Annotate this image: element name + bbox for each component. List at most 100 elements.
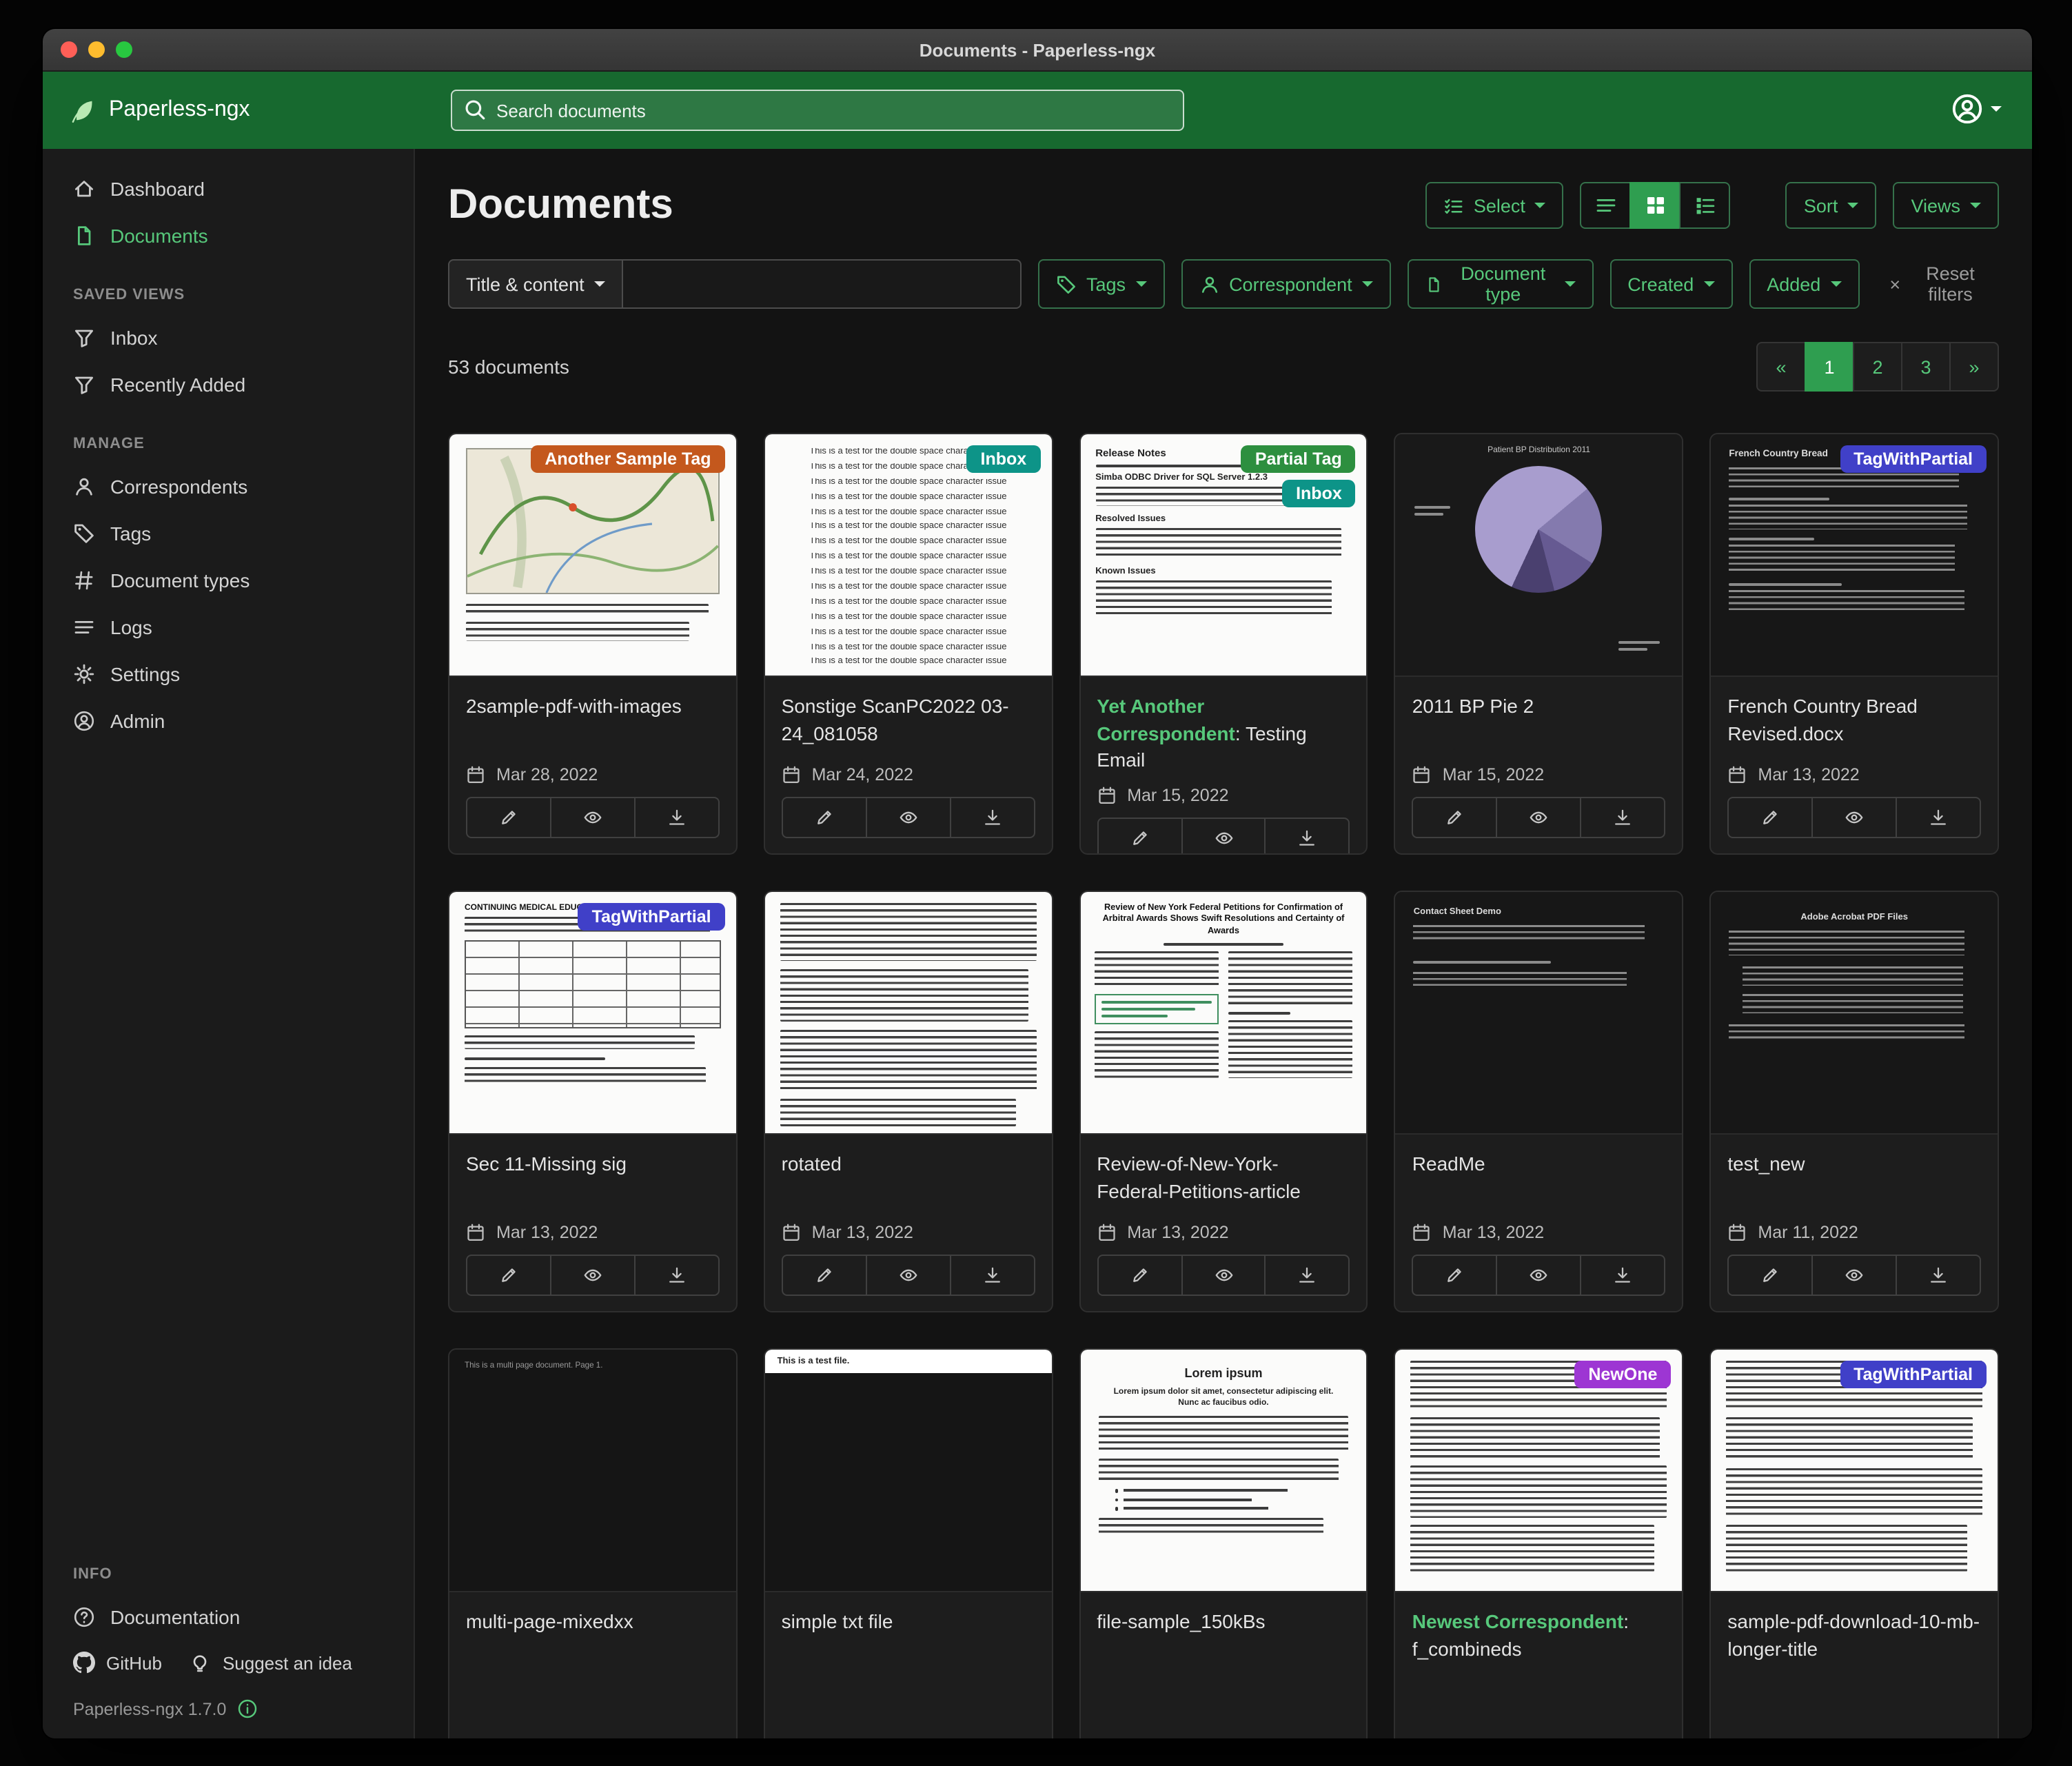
search-input[interactable] bbox=[451, 90, 1184, 131]
select-button[interactable]: Select bbox=[1425, 182, 1564, 229]
tag-badge[interactable]: Inbox bbox=[1282, 480, 1356, 507]
sidebar-item-settings[interactable]: Settings bbox=[43, 651, 414, 698]
sidebar-item-document-types[interactable]: Document types bbox=[43, 557, 414, 604]
sidebar-item-admin[interactable]: Admin bbox=[43, 698, 414, 744]
tags-filter-button[interactable]: Tags bbox=[1038, 259, 1164, 309]
document-title[interactable]: sample-pdf-download-10-mb-longer-title bbox=[1711, 1592, 1998, 1669]
added-filter-button[interactable]: Added bbox=[1749, 259, 1859, 309]
pagination-page-3[interactable]: 3 bbox=[1901, 342, 1951, 392]
document-title[interactable]: 2sample-pdf-with-images bbox=[449, 677, 736, 754]
sidebar-item-dashboard[interactable]: Dashboard bbox=[43, 165, 414, 212]
edit-button[interactable] bbox=[782, 797, 867, 838]
user-menu-button[interactable] bbox=[1942, 91, 2010, 127]
document-thumbnail[interactable]: Review of New York Federal Petitions for… bbox=[1080, 892, 1367, 1135]
document-thumbnail[interactable]: Another Sample Tag bbox=[449, 434, 736, 677]
document-thumbnail[interactable]: This is a test for the double space char… bbox=[765, 434, 1052, 677]
download-button[interactable] bbox=[949, 1255, 1035, 1296]
document-thumbnail[interactable]: Adobe Acrobat PDF Files bbox=[1711, 892, 1998, 1135]
download-button[interactable] bbox=[1581, 797, 1666, 838]
download-button[interactable] bbox=[634, 1255, 720, 1296]
document-thumbnail[interactable]: This is a multi page document. Page 1. bbox=[449, 1350, 736, 1592]
sidebar-item-tags[interactable]: Tags bbox=[43, 510, 414, 557]
document-title[interactable]: Review-of-New-York-Federal-Petitions-art… bbox=[1080, 1135, 1367, 1212]
view-toggle-list[interactable] bbox=[1581, 182, 1632, 229]
sidebar-item-logs[interactable]: Logs bbox=[43, 604, 414, 651]
document-title[interactable]: test_new bbox=[1711, 1135, 1998, 1212]
close-button[interactable] bbox=[61, 41, 77, 58]
preview-button[interactable] bbox=[1181, 1255, 1266, 1296]
tag-badge[interactable]: NewOne bbox=[1574, 1361, 1671, 1388]
views-button[interactable]: Views bbox=[1893, 182, 1999, 229]
minimize-button[interactable] bbox=[88, 41, 105, 58]
document-thumbnail[interactable]: NewOne bbox=[1396, 1350, 1683, 1592]
document-title[interactable]: ReadMe bbox=[1396, 1135, 1683, 1212]
sidebar-item-documentation[interactable]: Documentation bbox=[43, 1594, 414, 1641]
download-button[interactable] bbox=[1265, 1255, 1350, 1296]
edit-button[interactable] bbox=[1097, 1255, 1182, 1296]
tag-badge[interactable]: TagWithPartial bbox=[1840, 1361, 1987, 1388]
info-icon[interactable] bbox=[237, 1698, 258, 1719]
github-link[interactable]: GitHub bbox=[73, 1652, 162, 1674]
sidebar-item-inbox[interactable]: Inbox bbox=[43, 314, 414, 361]
document-title[interactable]: Sonstige ScanPC2022 03-24_081058 bbox=[765, 677, 1052, 754]
download-button[interactable] bbox=[1265, 818, 1350, 855]
brand[interactable]: Paperless-ngx bbox=[43, 96, 250, 125]
preview-button[interactable] bbox=[865, 1255, 951, 1296]
view-toggle-details[interactable] bbox=[1680, 182, 1731, 229]
sidebar-item-documents[interactable]: Documents bbox=[43, 212, 414, 259]
reset-filters-button[interactable]: × Reset filters bbox=[1881, 262, 1999, 306]
title-content-input[interactable] bbox=[623, 259, 1022, 309]
preview-button[interactable] bbox=[1181, 818, 1266, 855]
document-thumbnail[interactable]: CONTINUING MEDICAL EDUCATION TagWithPart… bbox=[449, 892, 736, 1135]
tag-badge[interactable]: TagWithPartial bbox=[1840, 445, 1987, 473]
pagination-next[interactable]: » bbox=[1949, 342, 1999, 392]
document-title[interactable]: file-sample_150kBs bbox=[1080, 1592, 1367, 1669]
tag-badge[interactable]: Partial Tag bbox=[1241, 445, 1356, 473]
preview-button[interactable] bbox=[1811, 797, 1897, 838]
document-thumbnail[interactable] bbox=[765, 892, 1052, 1135]
edit-button[interactable] bbox=[1412, 1255, 1498, 1296]
document-title[interactable]: simple txt file bbox=[765, 1592, 1052, 1669]
tag-badge[interactable]: Another Sample Tag bbox=[531, 445, 724, 473]
document-title[interactable]: 2011 BP Pie 2 bbox=[1396, 677, 1683, 754]
preview-button[interactable] bbox=[1496, 797, 1582, 838]
document-thumbnail[interactable]: TagWithPartial bbox=[1711, 1350, 1998, 1592]
edit-button[interactable] bbox=[1412, 797, 1498, 838]
preview-button[interactable] bbox=[1496, 1255, 1582, 1296]
download-button[interactable] bbox=[1581, 1255, 1666, 1296]
document-thumbnail[interactable]: French Country Bread TagWithPartial bbox=[1711, 434, 1998, 677]
document-title[interactable]: rotated bbox=[765, 1135, 1052, 1212]
download-button[interactable] bbox=[634, 797, 720, 838]
correspondent-link[interactable]: Newest Correspondent bbox=[1412, 1610, 1624, 1632]
sidebar-item-correspondents[interactable]: Correspondents bbox=[43, 463, 414, 510]
edit-button[interactable] bbox=[466, 1255, 551, 1296]
document-thumbnail[interactable]: Lorem ipsum Lorem ipsum dolor sit amet, … bbox=[1080, 1350, 1367, 1592]
document-title[interactable]: Newest Correspondent: f_combineds bbox=[1396, 1592, 1683, 1669]
pagination-page-1[interactable]: 1 bbox=[1805, 342, 1854, 392]
preview-button[interactable] bbox=[1811, 1255, 1897, 1296]
tag-badge[interactable]: TagWithPartial bbox=[578, 903, 725, 931]
document-title[interactable]: French Country Bread Revised.docx bbox=[1711, 677, 1998, 754]
document-thumbnail[interactable]: This is a test file. bbox=[765, 1350, 1052, 1592]
download-button[interactable] bbox=[1896, 1255, 1981, 1296]
correspondent-link[interactable]: Yet Another Correspondent bbox=[1097, 695, 1235, 744]
edit-button[interactable] bbox=[1097, 818, 1182, 855]
preview-button[interactable] bbox=[550, 1255, 636, 1296]
download-button[interactable] bbox=[1896, 797, 1981, 838]
edit-button[interactable] bbox=[782, 1255, 867, 1296]
sort-button[interactable]: Sort bbox=[1786, 182, 1877, 229]
created-filter-button[interactable]: Created bbox=[1609, 259, 1732, 309]
edit-button[interactable] bbox=[466, 797, 551, 838]
document-title[interactable]: multi-page-mixedxx bbox=[449, 1592, 736, 1669]
download-button[interactable] bbox=[949, 797, 1035, 838]
document-thumbnail[interactable]: Release Notes Simba ODBC Driver for SQL … bbox=[1080, 434, 1367, 677]
zoom-button[interactable] bbox=[116, 41, 132, 58]
sidebar-item-recently-added[interactable]: Recently Added bbox=[43, 361, 414, 408]
tag-badge[interactable]: Inbox bbox=[967, 445, 1041, 473]
edit-button[interactable] bbox=[1727, 797, 1813, 838]
document-title[interactable]: Sec 11-Missing sig bbox=[449, 1135, 736, 1212]
document-thumbnail[interactable]: Contact Sheet Demo bbox=[1396, 892, 1683, 1135]
document-title[interactable]: Yet Another Correspondent: Testing Email bbox=[1080, 677, 1367, 775]
correspondent-filter-button[interactable]: Correspondent bbox=[1181, 259, 1391, 309]
view-toggle-grid[interactable] bbox=[1630, 182, 1681, 229]
